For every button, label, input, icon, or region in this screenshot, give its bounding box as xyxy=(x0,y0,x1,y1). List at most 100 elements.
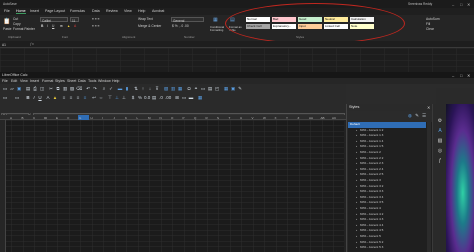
lo-align-right-icon[interactable]: ≡ xyxy=(75,95,81,100)
menu-sheet[interactable]: Sheet xyxy=(67,79,76,83)
column-header-m[interactable]: M xyxy=(148,116,151,120)
lo-close-icon[interactable]: ✕ xyxy=(467,73,470,78)
column-header-a[interactable]: A xyxy=(10,116,12,120)
currency-icon[interactable]: $ xyxy=(130,95,136,100)
column-header-v[interactable]: V xyxy=(252,116,254,120)
cell-style-bad[interactable]: Bad xyxy=(272,17,296,22)
undo-icon[interactable]: ↶ xyxy=(85,86,91,91)
print-icon[interactable]: ⎙ xyxy=(32,86,38,91)
paste-lo-icon[interactable]: ▥ xyxy=(62,86,68,91)
open-icon[interactable]: ▱ xyxy=(9,86,15,91)
cell-style-input[interactable]: Input xyxy=(298,24,322,29)
underline-icon[interactable]: U xyxy=(52,24,54,28)
lo-align-middle-icon[interactable]: ⊥ xyxy=(114,95,120,100)
lo-align-top-icon[interactable]: ⊤ xyxy=(107,95,113,100)
column-header-p[interactable]: P xyxy=(183,116,185,120)
fx-icon[interactable]: ƒx xyxy=(30,42,34,46)
lo-sheet-grid[interactable] xyxy=(0,120,346,252)
column-header-l[interactable]: L xyxy=(137,116,139,120)
find-replace-icon[interactable]: ⌕ xyxy=(101,86,107,91)
maximize-icon[interactable]: □ xyxy=(460,2,462,7)
number-format-select[interactable]: General xyxy=(171,17,204,23)
font-size-box-icon[interactable]: ▭ xyxy=(14,95,20,100)
copy-button[interactable]: Copy xyxy=(13,22,21,26)
menu-file[interactable]: File xyxy=(2,79,8,83)
expand-icon[interactable]: ▸ xyxy=(356,245,357,251)
lo-align-left-icon[interactable]: ≡ xyxy=(61,95,67,100)
menu-help[interactable]: Help xyxy=(112,79,119,83)
tab-page-layout[interactable]: Page Layout xyxy=(45,9,65,13)
save-icon[interactable]: ▣ xyxy=(16,86,22,91)
show-draw-icon[interactable]: ✎ xyxy=(237,86,243,91)
cell-style-calculation[interactable]: Calculation xyxy=(350,17,374,22)
sort-icon[interactable]: ⇅ xyxy=(133,86,139,91)
autosave-label[interactable]: AutoSave xyxy=(3,2,17,6)
lo-highlight-icon[interactable]: ▲ xyxy=(52,95,58,100)
styles-deck-icon[interactable]: A xyxy=(436,128,444,135)
font-name-box-icon[interactable]: ▭ xyxy=(2,95,8,100)
navigator-icon[interactable]: ◎ xyxy=(436,148,444,155)
format-painter-button[interactable]: Format Painter xyxy=(13,27,35,31)
column-header-j[interactable]: J xyxy=(114,116,116,120)
spelling-icon[interactable]: ✓ xyxy=(108,86,114,91)
autofilter-icon[interactable]: ⊽ xyxy=(154,86,160,91)
font-name-select[interactable]: Calibri xyxy=(40,17,68,23)
cell-style-explanatory[interactable]: Explanatory... xyxy=(272,24,296,29)
special-char-icon[interactable]: Ω xyxy=(186,86,192,91)
user-name[interactable]: Sreenivas Reddy xyxy=(408,2,432,6)
cell-style-check-cell[interactable]: Check Cell xyxy=(246,24,270,29)
row-icon[interactable]: ▬ xyxy=(117,86,123,91)
column-icon[interactable]: ▮ xyxy=(124,86,130,91)
tab-formulas[interactable]: Formulas xyxy=(70,9,85,13)
tab-review[interactable]: Review xyxy=(106,9,118,13)
column-header-z[interactable]: Z xyxy=(298,116,300,120)
pivot-table-icon[interactable]: ▦ xyxy=(177,86,183,91)
cell-style-good[interactable]: Good xyxy=(298,17,322,22)
lo-justify-icon[interactable]: ≡ xyxy=(82,95,88,100)
tab-home[interactable]: Home xyxy=(16,9,26,14)
comment-icon[interactable]: ▭ xyxy=(200,86,206,91)
split-window-icon[interactable]: ▣ xyxy=(230,86,236,91)
sidebar-close-icon[interactable]: ✕ xyxy=(427,105,430,110)
clone-icon[interactable]: ▨ xyxy=(69,86,75,91)
fill-button[interactable]: Fill xyxy=(426,22,430,26)
column-header-e[interactable]: E xyxy=(56,116,58,120)
column-header-n[interactable]: N xyxy=(160,116,162,120)
column-header-w[interactable]: W xyxy=(263,116,266,120)
functions-icon[interactable]: ƒ xyxy=(436,158,444,165)
column-header-k[interactable]: K xyxy=(125,116,127,120)
styles-list-scrollbar[interactable] xyxy=(427,122,431,252)
column-header-aa[interactable]: AA xyxy=(309,116,313,120)
image-icon[interactable]: ▧ xyxy=(163,86,169,91)
style-item[interactable]: ▸ 60% - Accent 5 3 xyxy=(348,245,426,251)
percent-icon[interactable]: % xyxy=(137,95,143,100)
column-header-b[interactable]: B xyxy=(22,116,24,120)
menu-format[interactable]: Format xyxy=(42,79,53,83)
properties-icon[interactable]: ⚙ xyxy=(436,118,444,125)
tab-view[interactable]: View xyxy=(124,9,132,13)
freeze-icon[interactable]: ▦ xyxy=(223,86,229,91)
menu-tools[interactable]: Tools xyxy=(88,79,96,83)
column-header-c[interactable]: C xyxy=(33,116,35,120)
cell-style-linked-cell[interactable]: Linked Cell xyxy=(324,24,348,29)
excel-formula-bar[interactable]: A1 ƒx xyxy=(0,41,474,48)
lo-maximize-icon[interactable]: □ xyxy=(460,73,462,78)
column-header-x[interactable]: X xyxy=(275,116,277,120)
tab-file[interactable]: File xyxy=(4,9,10,13)
number-icon[interactable]: 0.0 xyxy=(144,95,150,100)
date-icon[interactable]: ▤ xyxy=(151,95,157,100)
header-footer-icon[interactable]: ▤ xyxy=(207,86,213,91)
paste-icon[interactable]: 📋 xyxy=(3,18,10,25)
new-style-icon[interactable]: ✎ xyxy=(414,113,420,118)
lo-wrap-icon[interactable]: ↩ xyxy=(91,95,97,100)
lo-align-center-icon[interactable]: ≡ xyxy=(68,95,74,100)
gallery-icon[interactable]: ▧ xyxy=(436,138,444,145)
lo-font-color-icon[interactable]: A xyxy=(45,95,51,100)
autosum-button[interactable]: AutoSum xyxy=(426,17,440,21)
tab-data[interactable]: Data xyxy=(92,9,100,13)
menu-styles[interactable]: Styles xyxy=(55,79,65,83)
menu-data[interactable]: Data xyxy=(78,79,86,83)
menu-insert[interactable]: Insert xyxy=(30,79,39,83)
fill-color-icon[interactable]: ▲ xyxy=(67,24,70,28)
tab-acrobat[interactable]: Acrobat xyxy=(152,9,164,13)
